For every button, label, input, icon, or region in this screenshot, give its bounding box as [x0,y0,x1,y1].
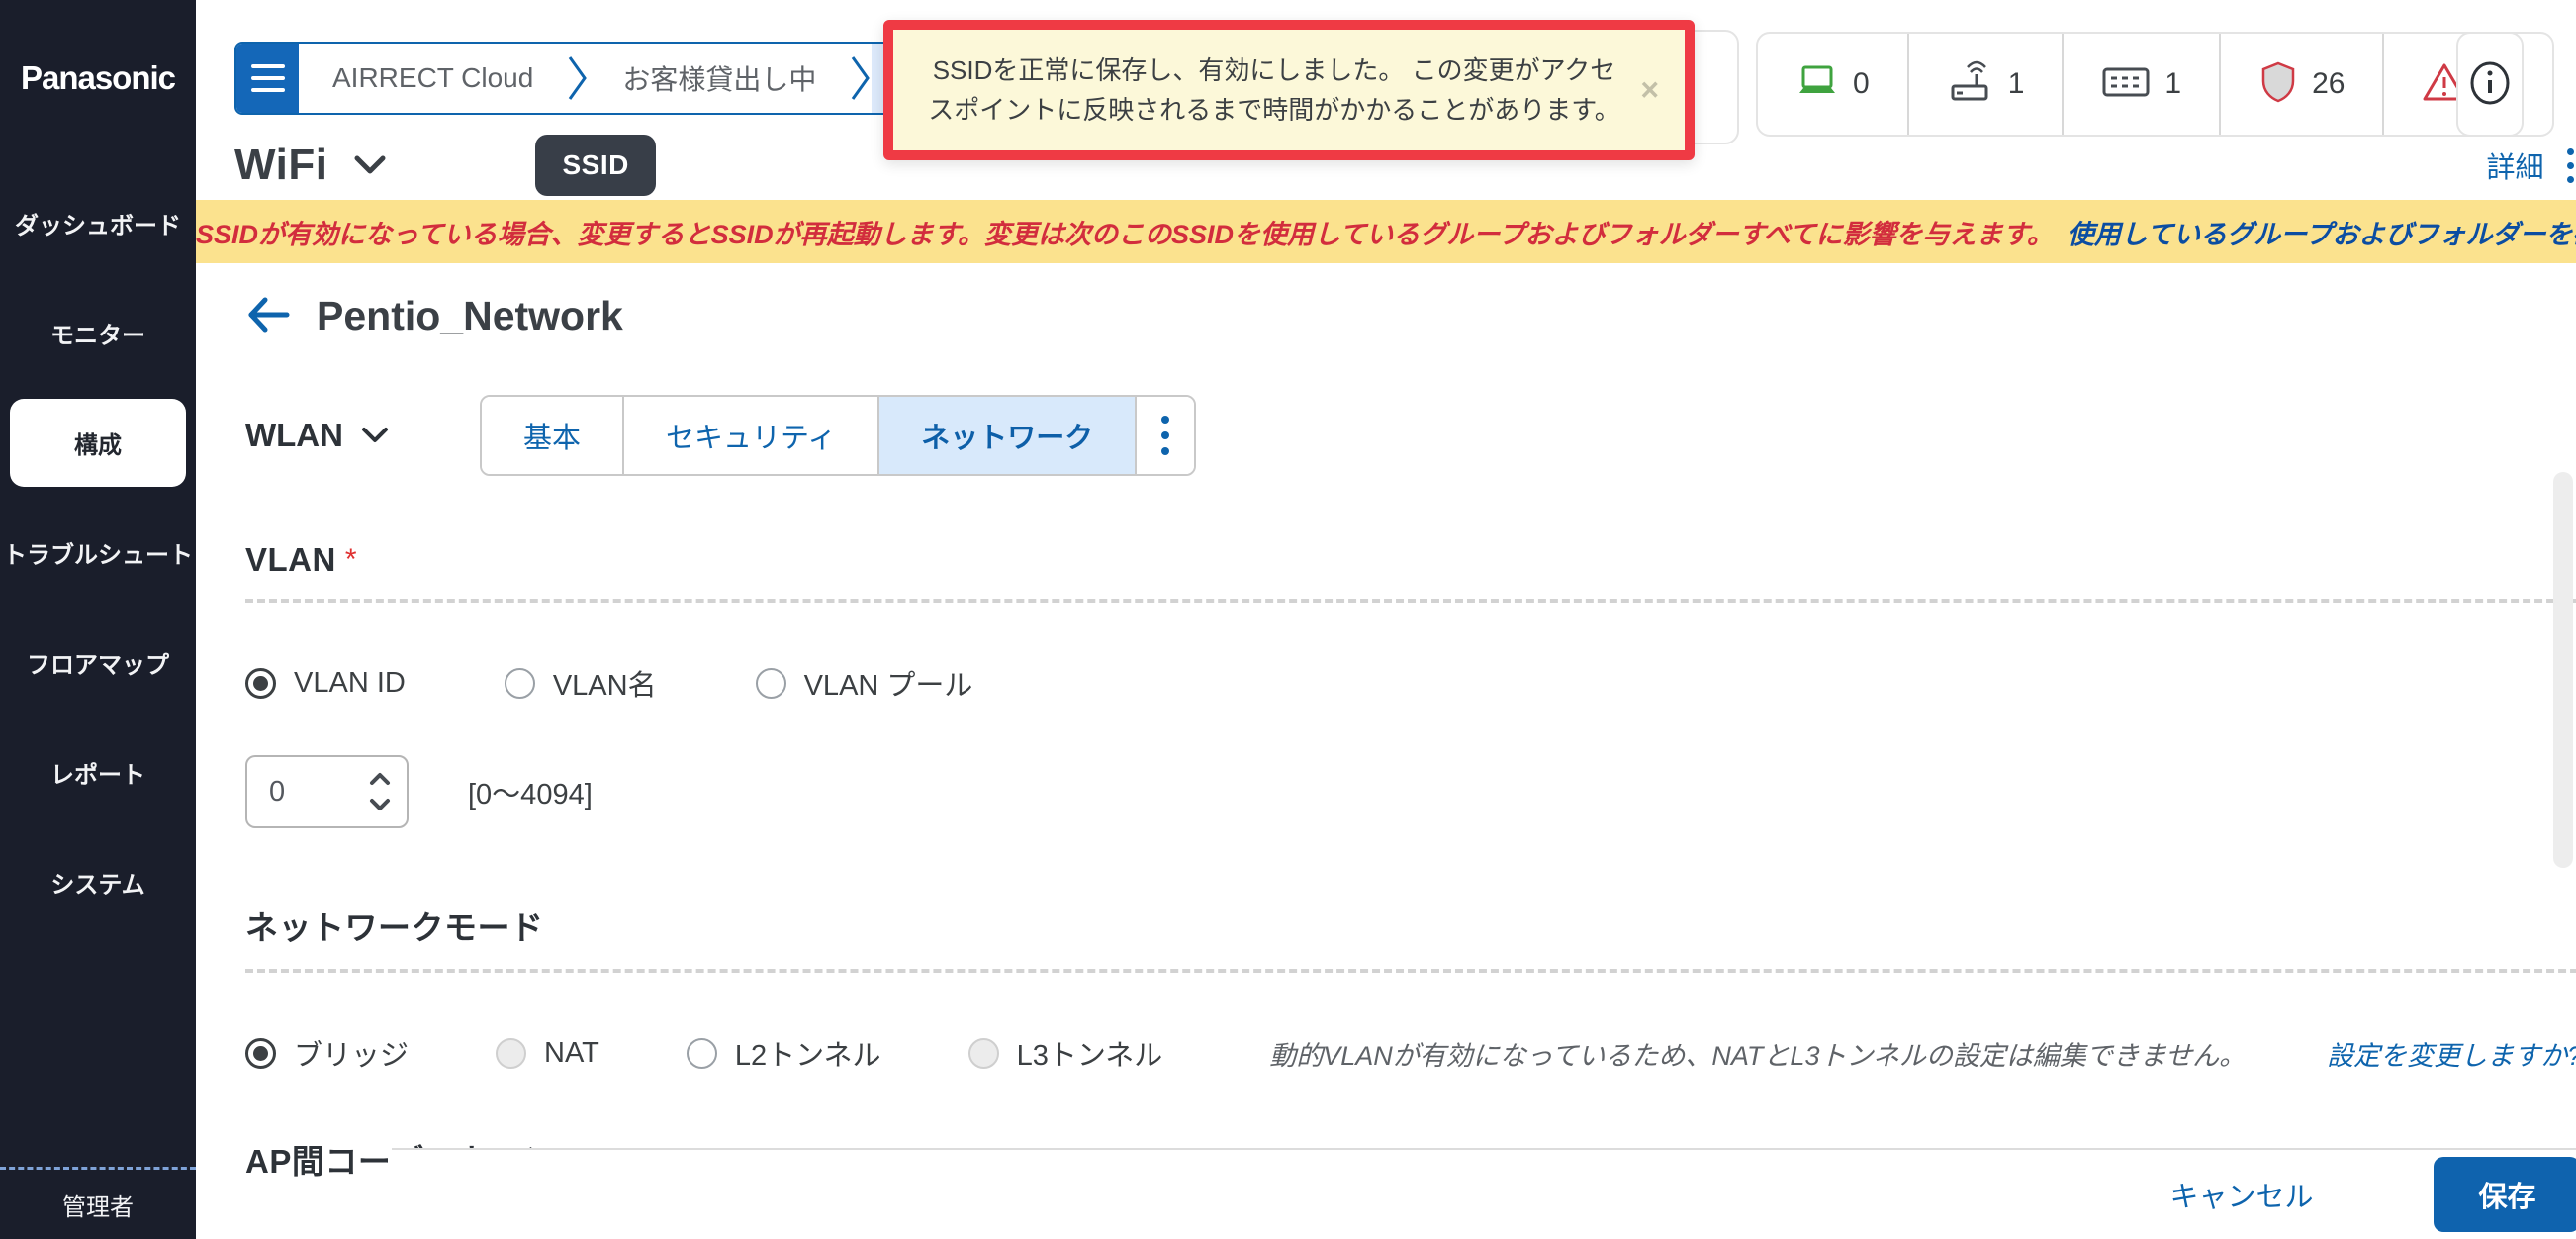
radio-button-checked-icon[interactable] [245,668,276,699]
spinner-down-icon[interactable] [369,798,391,811]
laptop-icon [1795,62,1839,107]
toast-message: SSIDを正常に保存し、有効にしました。 この変更がアクセスポイントに反映される… [893,50,1685,131]
breadcrumb-item-root[interactable]: AIRRECT Cloud [299,44,567,113]
radio-button-icon[interactable] [687,1038,717,1069]
breadcrumb-item-folder[interactable]: お客様貸出し中 [589,44,850,113]
radio-l2-tunnel[interactable]: L2トンネル [687,1032,881,1074]
warning-banner: SSIDが有効になっている場合、変更するとSSIDが再起動します。変更は次のこの… [196,200,2576,263]
spinner-up-icon[interactable] [369,772,391,786]
radio-l3-tunnel: L3トンネル [968,1032,1163,1074]
toast-notification: SSIDを正常に保存し、有効にしました。 この変更がアクセスポイントに反映される… [883,20,1695,160]
vlan-id-input[interactable]: 0 [245,755,409,828]
sidebar-item-troubleshoot[interactable]: トラブルシュート [0,498,196,608]
vlan-heading-text: VLAN [245,541,336,579]
detail-menu[interactable]: 詳細 [2486,144,2574,186]
required-asterisk: * [345,543,357,577]
detail-label[interactable]: 詳細 [2486,144,2543,186]
sidebar-admin[interactable]: 管理者 [0,1167,196,1239]
shield-icon [2258,60,2298,109]
wlan-tab-row: WLAN 基本 セキュリティ ネットワーク [245,395,2576,476]
tab-kebab-menu[interactable] [1137,397,1194,474]
main-area: AIRRECT Cloud お客様貸出し中 ペンティオ 0 [196,0,2576,1239]
status-access-points[interactable]: 1 [1907,34,2063,135]
save-button[interactable]: 保存 [2434,1157,2576,1232]
chevron-right-icon [567,44,589,113]
vlan-range-hint: [0〜4094] [468,771,593,812]
status-pill: 0 1 1 26 [1756,32,2554,137]
chevron-right-icon [850,44,872,113]
access-point-icon [1947,60,1994,109]
status-clients[interactable]: 0 [1758,34,1907,135]
radio-button-icon[interactable] [505,668,535,699]
status-count: 26 [2312,67,2345,101]
vertical-scrollbar[interactable] [2553,472,2573,868]
panasonic-logo: Panasonic [0,59,196,97]
radio-vlan-pool[interactable]: VLAN プール [756,662,973,704]
sidebar: Panasonic ダッシュボード モニター 構成 トラブルシュート フロアマッ… [0,0,196,1239]
tab-security[interactable]: セキュリティ [624,397,879,474]
section-divider [245,969,2576,973]
sidebar-item-dashboard[interactable]: ダッシュボード [0,168,196,278]
change-settings-link[interactable]: 設定を変更しますか? [2327,1034,2576,1073]
vlan-id-input-row: 0 [0〜4094] [245,755,2576,828]
kebab-menu-icon [1161,416,1169,455]
cancel-button[interactable]: キャンセル [2169,1174,2313,1215]
switch-icon [2101,64,2151,105]
app-window: Panasonic ダッシュボード モニター 構成 トラブルシュート フロアマッ… [0,0,2576,1239]
status-switches[interactable]: 1 [2062,34,2219,135]
network-name: Pentio_Network [317,293,623,339]
chevron-down-icon[interactable] [361,427,389,444]
section-divider [245,599,2576,603]
status-security[interactable]: 26 [2219,34,2382,135]
tab-basic[interactable]: 基本 [482,397,624,474]
network-mode-options: ブリッジ NAT L2トンネル L3トンネル 動的VLANが有効になっているため… [245,1032,2576,1074]
banner-text: SSIDが有効になっている場合、変更するとSSIDが再起動します。変更は次のこの… [196,213,2054,251]
hamburger-menu-icon[interactable] [236,44,299,113]
banner-link[interactable]: 使用しているグループおよびフォルダーを確認 [2068,213,2576,251]
vlan-type-options: VLAN ID VLAN名 VLAN プール [245,662,2576,704]
network-mode-note: 動的VLANが有効になっているため、NATとL3トンネルの設定は編集できません。 [1269,1034,2246,1073]
chevron-down-icon[interactable] [353,154,387,176]
tab-network[interactable]: ネットワーク [879,397,1137,474]
status-count: 1 [2008,67,2025,101]
status-count: 0 [1853,67,1870,101]
sidebar-item-system[interactable]: システム [0,827,196,937]
sidebar-item-report[interactable]: レポート [0,717,196,827]
info-button[interactable] [2456,32,2524,137]
radio-vlan-id[interactable]: VLAN ID [245,667,406,700]
radio-button-disabled-icon [968,1038,999,1069]
vlan-id-value[interactable]: 0 [247,776,369,809]
radio-button-checked-icon[interactable] [245,1038,276,1069]
sidebar-item-configuration[interactable]: 構成 [10,399,186,487]
content-area: Pentio_Network WLAN 基本 セキュリティ ネットワーク [196,263,2576,1183]
ssid-badge: SSID [535,135,655,196]
info-icon [2466,59,2514,110]
network-mode-heading: ネットワークモード [245,902,2576,949]
action-footer: キャンセル 保存 [392,1148,2576,1239]
back-arrow-icon [245,295,291,337]
kebab-menu-icon[interactable] [2567,148,2574,183]
back-button[interactable] [245,295,291,337]
page-title: WiFi [234,141,327,190]
sidebar-item-floormap[interactable]: フロアマップ [0,608,196,717]
network-title-row: Pentio_Network [245,293,2576,339]
vlan-section-heading: VLAN * [245,541,2576,579]
radio-bridge[interactable]: ブリッジ [245,1032,409,1074]
wlan-tabs: 基本 セキュリティ ネットワーク [480,395,1196,476]
radio-button-icon[interactable] [756,668,786,699]
close-icon[interactable]: × [1640,72,1659,109]
sidebar-nav: ダッシュボード モニター 構成 トラブルシュート フロアマップ レポート システ… [0,168,196,937]
radio-button-disabled-icon [496,1038,526,1069]
wlan-label: WLAN [245,417,343,454]
radio-nat: NAT [496,1037,599,1070]
sidebar-item-monitor[interactable]: モニター [0,278,196,388]
radio-vlan-name[interactable]: VLAN名 [505,662,657,704]
status-count: 1 [2164,67,2181,101]
